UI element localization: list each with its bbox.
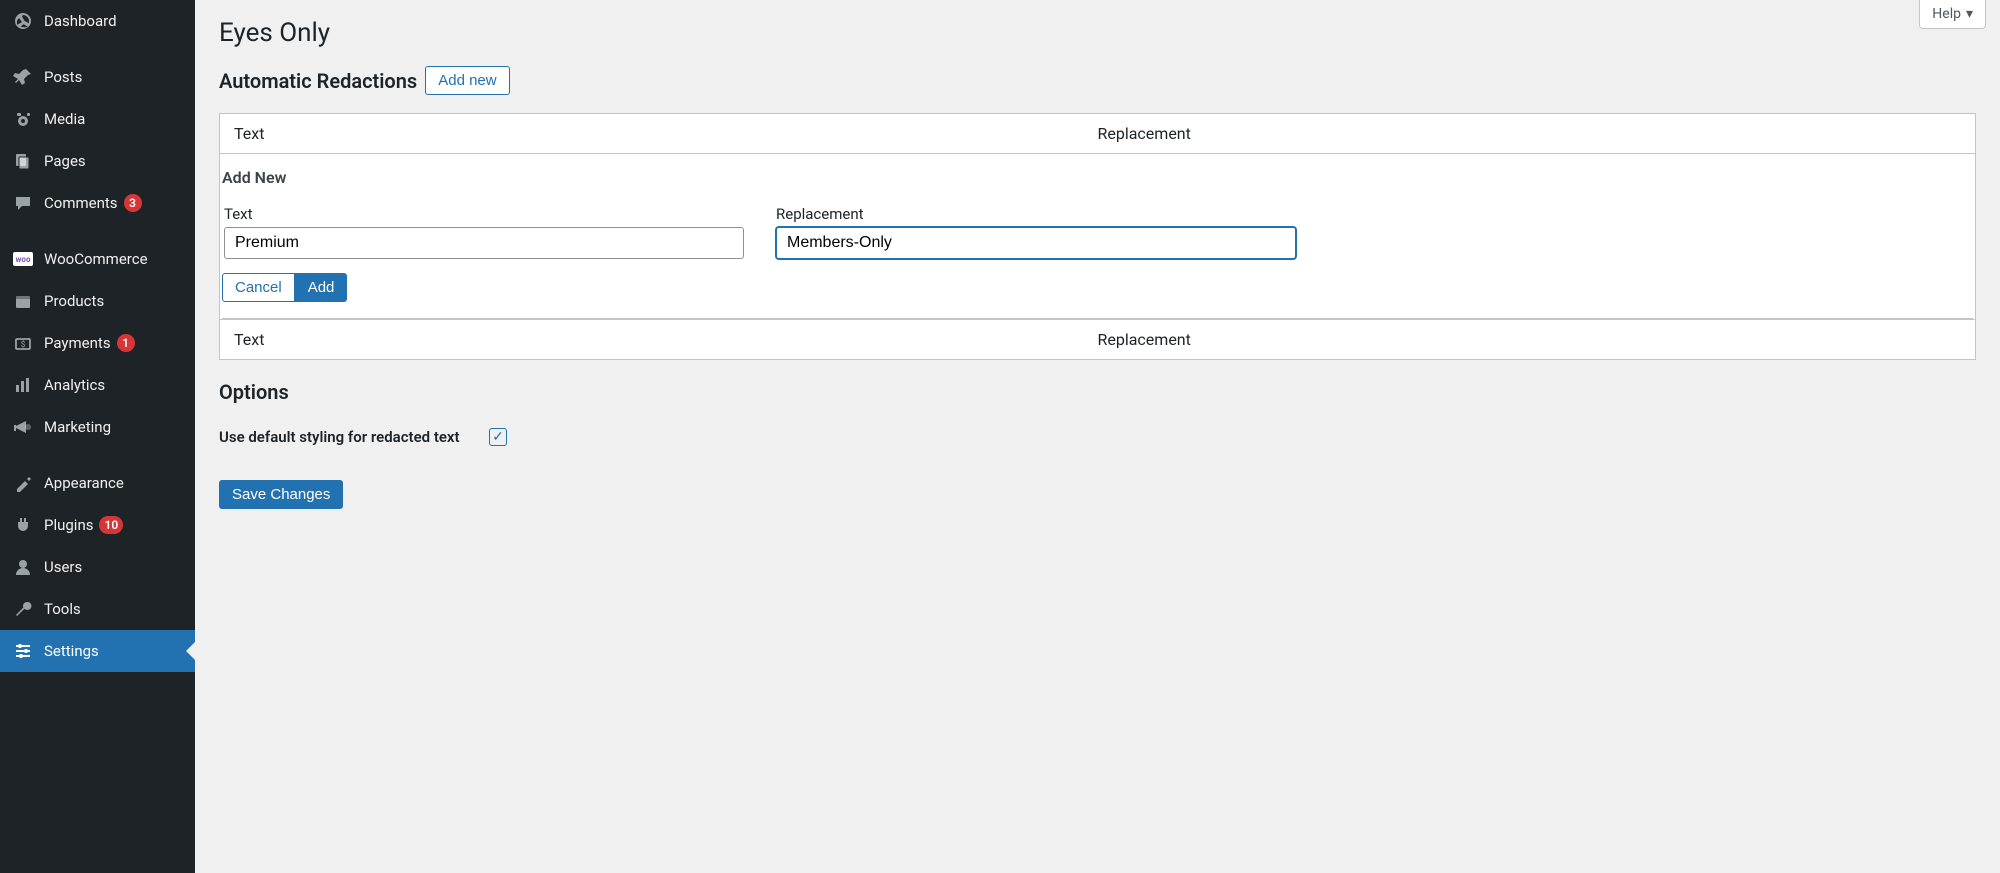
sidebar-item-settings[interactable]: Settings (0, 630, 195, 672)
sidebar-item-label: WooCommerce (44, 250, 148, 268)
sidebar-item-label: Pages (44, 152, 86, 170)
default-styling-checkbox[interactable]: ✓ (489, 428, 507, 446)
text-label: Text (224, 205, 744, 223)
woocommerce-icon: woo (12, 248, 34, 270)
sidebar-item-woocommerce[interactable]: woo WooCommerce (0, 238, 195, 280)
sidebar-item-tools[interactable]: Tools (0, 588, 195, 630)
sidebar-item-products[interactable]: Products (0, 280, 195, 322)
plugins-badge: 10 (99, 516, 123, 534)
pages-icon (12, 150, 34, 172)
sidebar-item-label: Comments (44, 194, 118, 212)
sidebar-item-payments[interactable]: $ Payments 1 (0, 322, 195, 364)
text-input[interactable] (224, 227, 744, 259)
products-icon (12, 290, 34, 312)
add-new-button[interactable]: Add new (425, 66, 509, 95)
chevron-down-icon: ▾ (1966, 6, 1973, 22)
settings-icon (12, 640, 34, 662)
sidebar-item-posts[interactable]: Posts (0, 56, 195, 98)
sidebar-item-dashboard[interactable]: Dashboard (0, 0, 195, 42)
sidebar-item-label: Media (44, 110, 85, 128)
sidebar-item-label: Marketing (44, 418, 111, 436)
sidebar-item-label: Dashboard (44, 12, 117, 30)
sidebar-item-label: Users (44, 558, 82, 576)
sidebar-item-plugins[interactable]: Plugins 10 (0, 504, 195, 546)
sidebar-item-analytics[interactable]: Analytics (0, 364, 195, 406)
sidebar-item-label: Plugins (44, 516, 93, 534)
sidebar-item-label: Tools (44, 600, 81, 618)
payments-badge: 1 (117, 334, 135, 352)
replacement-label: Replacement (776, 205, 1296, 223)
column-header-replacement: Replacement (1098, 124, 1962, 143)
sidebar-item-label: Appearance (44, 474, 124, 492)
column-footer-replacement: Replacement (1098, 330, 1962, 349)
appearance-icon (12, 472, 34, 494)
column-footer-text: Text (234, 330, 1098, 349)
redactions-table: Text Replacement Add New Text Replacemen… (219, 113, 1976, 360)
table-header: Text Replacement (220, 114, 1975, 154)
sidebar-item-label: Payments (44, 334, 111, 352)
cancel-button[interactable]: Cancel (222, 273, 295, 302)
admin-sidebar: Dashboard Posts Media Pages Comments (0, 0, 195, 873)
add-new-heading: Add New (222, 164, 1973, 205)
payments-icon: $ (12, 332, 34, 354)
table-footer: Text Replacement (220, 319, 1975, 359)
add-new-form: Add New Text Replacement Cancel Add (222, 154, 1973, 319)
sidebar-item-label: Analytics (44, 376, 105, 394)
sidebar-item-pages[interactable]: Pages (0, 140, 195, 182)
sidebar-item-label: Products (44, 292, 104, 310)
comment-icon (12, 192, 34, 214)
help-label: Help (1932, 6, 1961, 22)
sidebar-item-label: Settings (44, 642, 99, 660)
replacement-input[interactable] (776, 227, 1296, 259)
sidebar-item-users[interactable]: Users (0, 546, 195, 588)
options-heading: Options (219, 380, 1976, 404)
analytics-icon (12, 374, 34, 396)
add-button[interactable]: Add (295, 273, 348, 302)
tools-icon (12, 598, 34, 620)
default-styling-label: Use default styling for redacted text (219, 428, 489, 446)
save-changes-button[interactable]: Save Changes (219, 480, 343, 509)
help-button[interactable]: Help ▾ (1919, 0, 1986, 29)
pin-icon (12, 66, 34, 88)
main-content: Help ▾ Eyes Only Automatic Redactions Ad… (195, 0, 2000, 873)
users-icon (12, 556, 34, 578)
sidebar-item-appearance[interactable]: Appearance (0, 462, 195, 504)
column-header-text: Text (234, 124, 1098, 143)
svg-text:$: $ (21, 340, 26, 349)
dashboard-icon (12, 10, 34, 32)
sidebar-item-label: Posts (44, 68, 82, 86)
media-icon (12, 108, 34, 130)
sidebar-item-comments[interactable]: Comments 3 (0, 182, 195, 224)
sidebar-item-marketing[interactable]: Marketing (0, 406, 195, 448)
marketing-icon (12, 416, 34, 438)
redactions-heading: Automatic Redactions (219, 69, 417, 93)
page-title: Eyes Only (219, 18, 1976, 48)
comments-badge: 3 (124, 194, 142, 212)
sidebar-item-media[interactable]: Media (0, 98, 195, 140)
plugins-icon (12, 514, 34, 536)
